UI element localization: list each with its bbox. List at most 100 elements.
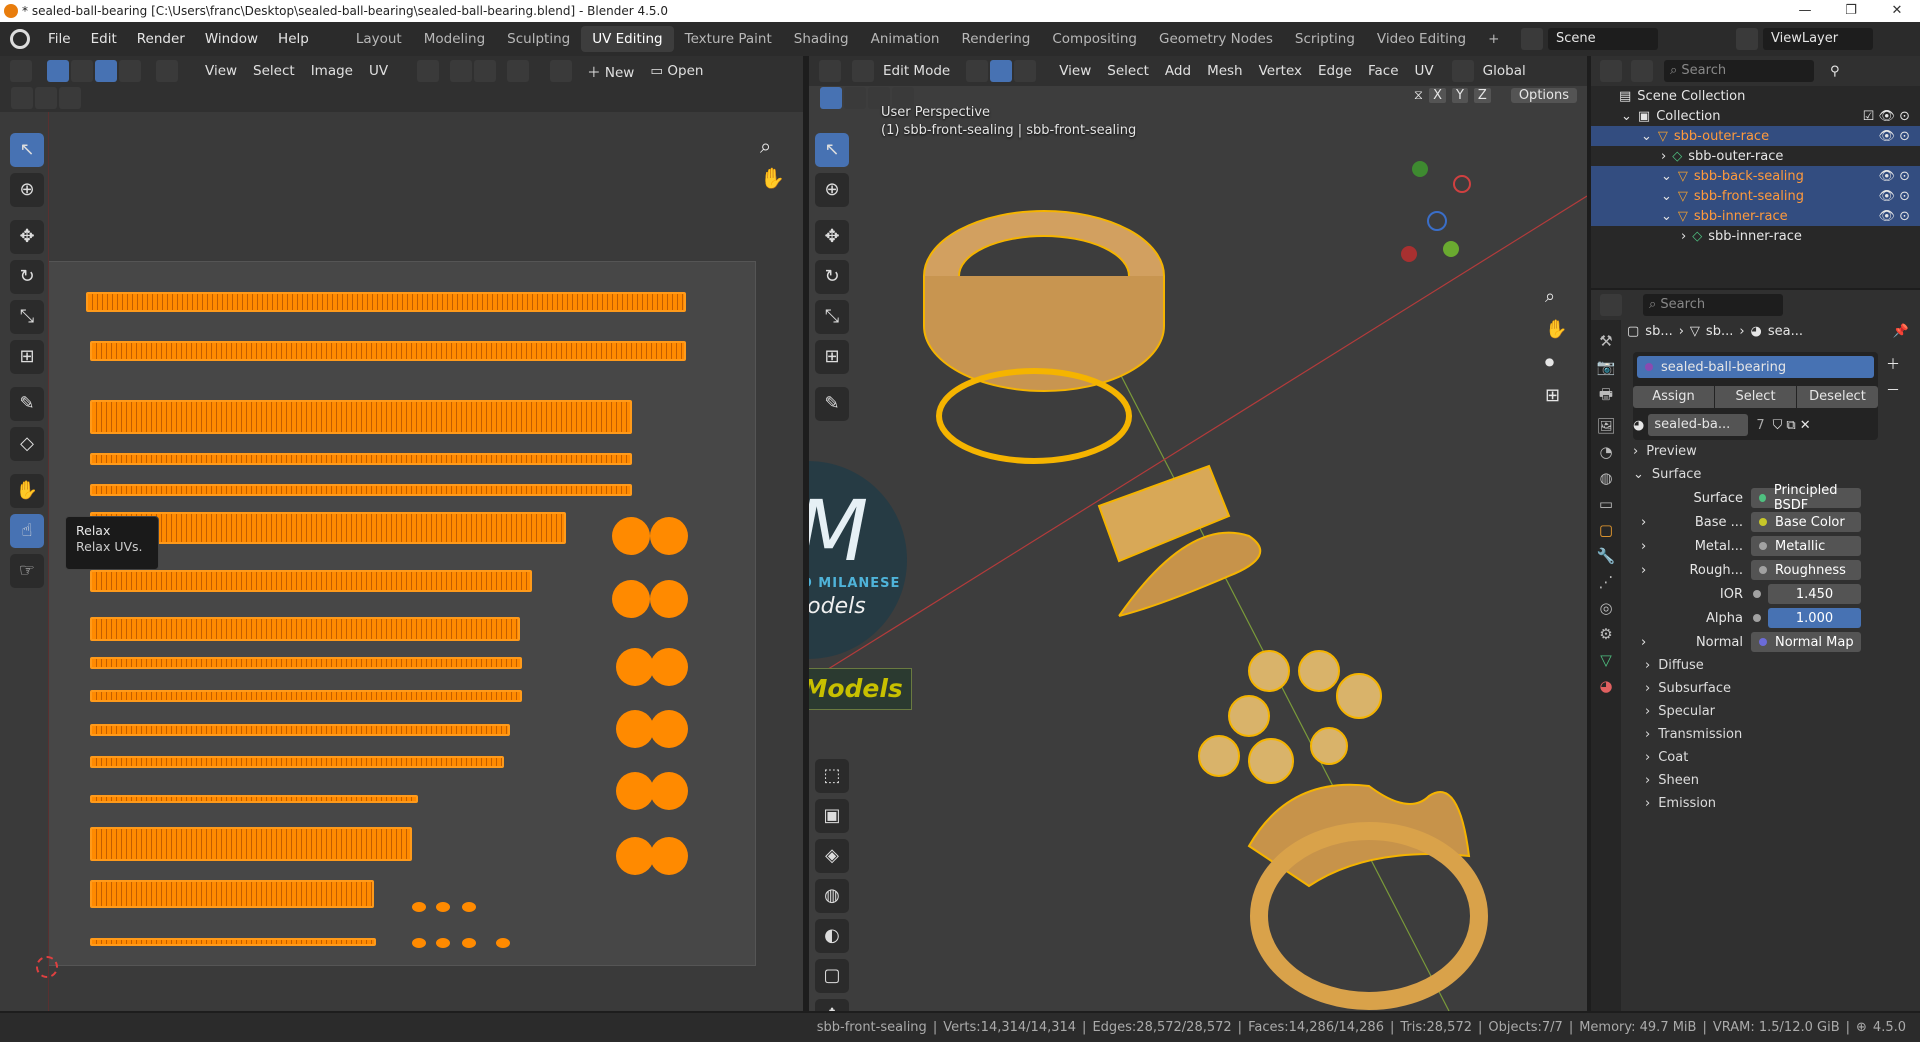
- extrude-tool-icon[interactable]: ⬚: [815, 759, 849, 793]
- pinch-tool-icon[interactable]: ☞: [10, 554, 44, 588]
- uv-island-disc[interactable]: [612, 580, 650, 618]
- material-users[interactable]: 7: [1752, 418, 1768, 433]
- outliner-row[interactable]: ⌄ ▽ sbb-back-sealing 👁 ⊙: [1591, 166, 1920, 186]
- menu-window[interactable]: Window: [195, 31, 268, 47]
- select-mode-set-icon[interactable]: [11, 87, 33, 109]
- menu-render[interactable]: Render: [127, 31, 195, 47]
- tab-animation[interactable]: Animation: [860, 26, 951, 52]
- vp-pan-icon[interactable]: ✋: [1545, 319, 1567, 340]
- vertex-select-icon[interactable]: [71, 60, 93, 82]
- uv-island-small[interactable]: [412, 938, 426, 948]
- surface-shader-field[interactable]: Principled BSDF: [1751, 483, 1861, 513]
- edge-select-icon[interactable]: [95, 60, 117, 82]
- sticky-select-icon[interactable]: [156, 60, 178, 82]
- pan-icon[interactable]: ✋: [760, 166, 785, 190]
- grab-tool-icon[interactable]: ✋: [10, 474, 44, 508]
- object-tab-icon[interactable]: ▢: [1599, 521, 1613, 539]
- bevel-tool-icon[interactable]: ◈: [815, 839, 849, 873]
- particles-tab-icon[interactable]: ⋰: [1599, 573, 1614, 591]
- image-browse-icon[interactable]: [550, 60, 573, 82]
- relax-tool-icon[interactable]: ☝: [10, 514, 44, 548]
- outliner-search[interactable]: ⌕ Search: [1664, 60, 1814, 82]
- uv-island-strip[interactable]: [86, 292, 686, 312]
- knife-tool-icon[interactable]: ◐: [815, 919, 849, 953]
- modifier-tab-icon[interactable]: 🔧: [1597, 547, 1616, 565]
- input-field[interactable]: Base Color: [1751, 512, 1861, 532]
- uv-island-disc[interactable]: [650, 837, 688, 875]
- move-tool-icon[interactable]: ✥: [10, 220, 44, 254]
- outliner-row[interactable]: ⌄ ▽ sbb-front-sealing 👁 ⊙: [1591, 186, 1920, 206]
- shader-category-row[interactable]: › Sheen: [1633, 769, 1913, 792]
- ortho-toggle-icon[interactable]: ⊞: [1545, 385, 1567, 406]
- input-expand-icon[interactable]: ›: [1641, 515, 1646, 530]
- shader-category-row[interactable]: › Diffuse: [1633, 654, 1913, 677]
- uv-island-strip[interactable]: [90, 795, 418, 803]
- preview-panel[interactable]: › Preview: [1633, 440, 1913, 463]
- uv-island-disc[interactable]: [650, 648, 688, 686]
- cursor-tool-icon[interactable]: ⊕: [10, 173, 44, 207]
- outliner-row[interactable]: › ◇ sbb-inner-race: [1591, 226, 1920, 246]
- visibility-icon[interactable]: 👁 ⊙: [1878, 189, 1910, 204]
- uv-menu-view[interactable]: View: [197, 63, 245, 79]
- duplicate-icon[interactable]: ⧉: [1786, 418, 1795, 433]
- tool-tab-icon[interactable]: ⚒: [1599, 332, 1612, 350]
- outliner-row[interactable]: ⌄ ▽ sbb-inner-race 👁 ⊙: [1591, 206, 1920, 226]
- uv-island-strip[interactable]: [90, 657, 522, 669]
- shader-category-row[interactable]: › Emission: [1633, 792, 1913, 815]
- collection-tab-icon[interactable]: ▭: [1599, 495, 1613, 513]
- menu-help[interactable]: Help: [268, 31, 319, 47]
- uv-island-strip[interactable]: [90, 484, 632, 496]
- scene-collection-row[interactable]: ▤ Scene Collection: [1591, 86, 1920, 106]
- uv-island-small[interactable]: [496, 938, 510, 948]
- vp-select-tool-icon[interactable]: ↖: [815, 133, 849, 167]
- view-layer-name[interactable]: ViewLayer: [1763, 28, 1873, 50]
- shrink-tool-icon[interactable]: ✥: [815, 999, 849, 1011]
- viewlayer-selector[interactable]: ViewLayer: [1735, 26, 1873, 52]
- uv-island-disc[interactable]: [650, 517, 688, 555]
- fake-user-icon[interactable]: ⛉: [1773, 418, 1783, 433]
- uv-island-disc[interactable]: [650, 580, 688, 618]
- ior-field[interactable]: 1.450: [1768, 584, 1861, 604]
- navigation-gizmo[interactable]: [1369, 131, 1529, 291]
- close-button[interactable]: ✕: [1874, 0, 1920, 22]
- expand-icon[interactable]: ›: [1661, 149, 1666, 164]
- input-field[interactable]: Metallic: [1751, 536, 1861, 556]
- physics-tab-icon[interactable]: ◎: [1599, 599, 1612, 617]
- uv-menu-image[interactable]: Image: [303, 63, 361, 79]
- normal-expand-icon[interactable]: ›: [1641, 635, 1646, 650]
- uv-island-strip[interactable]: [90, 617, 520, 641]
- annotate-tool-icon[interactable]: ✎: [10, 387, 44, 421]
- vp-rotate-tool-icon[interactable]: ↻: [815, 260, 849, 294]
- camera-view-icon[interactable]: ⏺: [1545, 352, 1567, 373]
- uv-island-disc[interactable]: [616, 648, 654, 686]
- snap-icon[interactable]: [450, 60, 473, 82]
- deselect-button[interactable]: Deselect: [1797, 386, 1878, 408]
- uv-island-small[interactable]: [462, 902, 476, 912]
- uv-island-strip[interactable]: [90, 880, 374, 908]
- unlink-icon[interactable]: ✕: [1800, 418, 1811, 433]
- tab-scripting[interactable]: Scripting: [1284, 26, 1366, 52]
- 3d-viewport[interactable]: Edit Mode View Select Add Mesh Vertex Ed…: [809, 56, 1587, 1011]
- shader-category-row[interactable]: › Transmission: [1633, 723, 1913, 746]
- menu-file[interactable]: File: [38, 31, 81, 47]
- uv-island-disc[interactable]: [616, 710, 654, 748]
- vp-annotate-tool-icon[interactable]: ✎: [815, 387, 849, 421]
- assign-button[interactable]: Assign: [1633, 386, 1714, 408]
- zoom-icon[interactable]: ⌕: [760, 134, 785, 158]
- proportional-icon[interactable]: [507, 60, 530, 82]
- uv-island-small[interactable]: [436, 938, 450, 948]
- shader-category-row[interactable]: › Subsurface: [1633, 677, 1913, 700]
- pin-icon[interactable]: 📌: [1893, 324, 1909, 339]
- gizmo-y-negative[interactable]: [1412, 161, 1428, 177]
- uv-island-disc[interactable]: [616, 837, 654, 875]
- scale-tool-icon[interactable]: ⤡: [10, 300, 44, 334]
- vp-scale-tool-icon[interactable]: ⤡: [815, 300, 849, 334]
- face-select-icon[interactable]: [119, 60, 141, 82]
- vp-transform-tool-icon[interactable]: ⊞: [815, 340, 849, 374]
- uv-island-small[interactable]: [436, 902, 450, 912]
- select-mode-extend-icon[interactable]: [35, 87, 57, 109]
- outliner-row[interactable]: ⌄ ▽ sbb-outer-race 👁 ⊙: [1591, 126, 1920, 146]
- expand-icon[interactable]: ⌄: [1661, 189, 1672, 204]
- scene-name[interactable]: Scene: [1548, 28, 1658, 50]
- loop-cut-tool-icon[interactable]: ◍: [815, 879, 849, 913]
